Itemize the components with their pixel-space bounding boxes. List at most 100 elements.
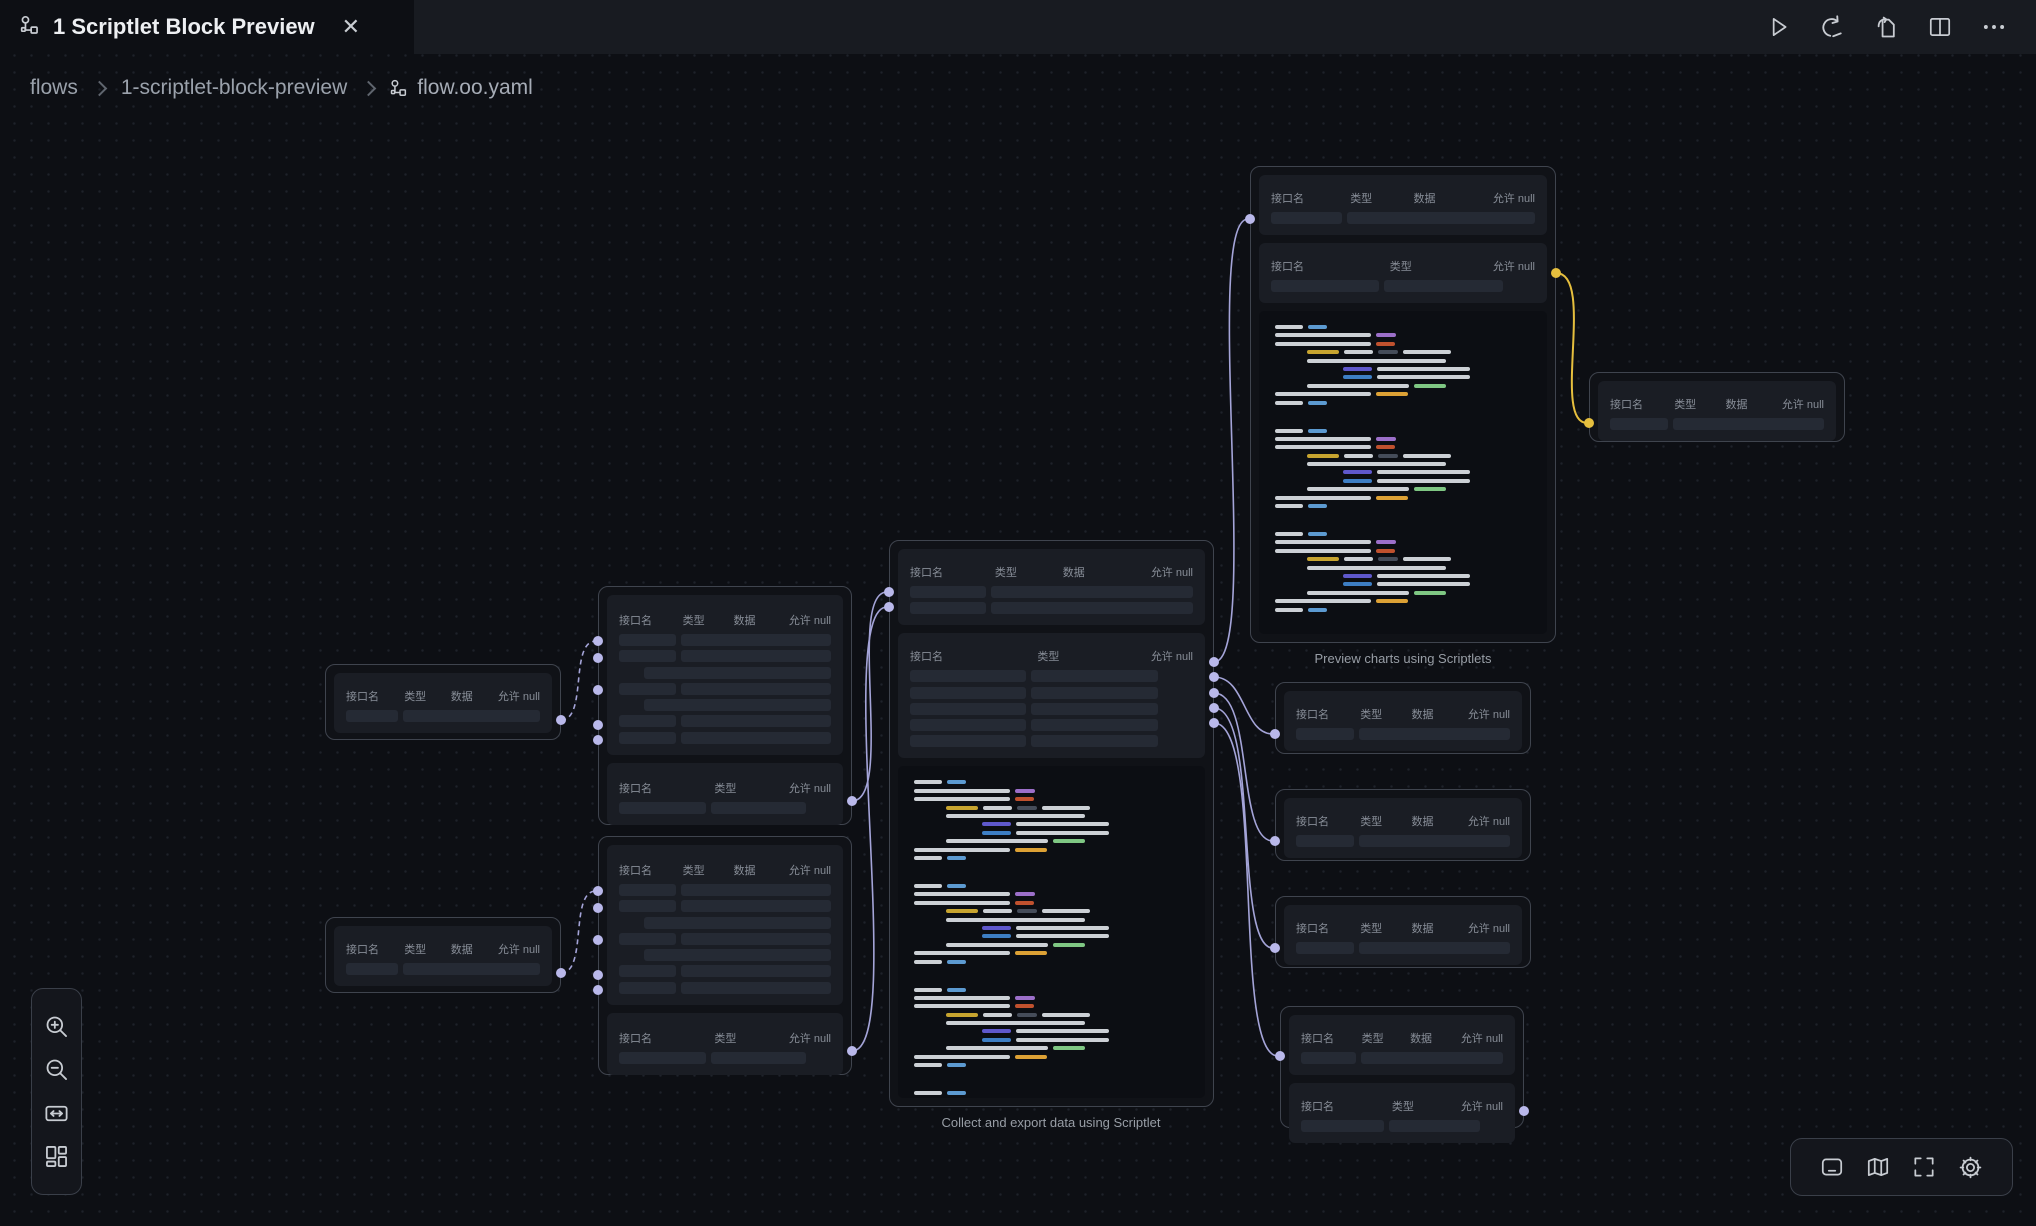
run-button[interactable] <box>1764 13 1792 41</box>
col-port-name: 接口名 <box>1296 813 1360 829</box>
col-data: 数据 <box>1412 813 1468 829</box>
col-data: 数据 <box>1726 396 1782 412</box>
node-input-b[interactable]: 接口名 类型 数据 允许 null <box>325 917 561 993</box>
port-output-2-in[interactable] <box>1270 836 1280 846</box>
port-merge-b-in-3[interactable] <box>593 935 603 945</box>
tab-scriptlet-block-preview[interactable]: 1 Scriptlet Block Preview ✕ <box>0 0 414 54</box>
node-preview-scriptlet[interactable]: 接口名 类型 数据 允许 null 接口名 类型 允许 null <box>1250 166 1556 643</box>
col-type: 类型 <box>683 862 734 878</box>
field-name <box>619 884 676 896</box>
field-name <box>619 900 676 912</box>
col-data: 数据 <box>1414 190 1493 206</box>
port-collect-out-4[interactable] <box>1209 703 1219 713</box>
col-allow-null: 允许 null <box>1782 396 1824 412</box>
col-type: 类型 <box>404 688 451 704</box>
col-port-name: 接口名 <box>1296 706 1360 722</box>
port-row <box>1271 280 1535 292</box>
port-row <box>1610 418 1824 430</box>
breadcrumb-file[interactable]: flow.oo.yaml <box>390 76 533 100</box>
col-data: 数据 <box>451 688 498 704</box>
port-merge-a-in-1[interactable] <box>593 636 603 646</box>
port-output-4-in[interactable] <box>1275 1051 1285 1061</box>
inputs-section: 接口名 类型 数据 允许 null <box>334 673 552 733</box>
col-port-name: 接口名 <box>1296 920 1360 936</box>
node-output-3[interactable]: 接口名 类型 数据 允许 null <box>1275 896 1531 968</box>
port-merge-b-in-5[interactable] <box>593 985 603 995</box>
port-collect-in-2[interactable] <box>884 602 894 612</box>
field-value <box>681 650 831 662</box>
port-preview-out[interactable] <box>1551 268 1561 278</box>
port-collect-out-2[interactable] <box>1209 672 1219 682</box>
port-row <box>1296 942 1510 954</box>
port-output-3-in[interactable] <box>1270 943 1280 953</box>
node-input-a[interactable]: 接口名 类型 数据 允许 null <box>325 664 561 740</box>
port-far-right-in[interactable] <box>1584 418 1594 428</box>
port-merge-a-in-4[interactable] <box>593 720 603 730</box>
node-collect-scriptlet[interactable]: 接口名 类型 数据 允许 null 接口名 类型 允许 null <box>889 540 1214 1107</box>
field-name <box>910 670 1026 682</box>
zoom-out-button[interactable] <box>43 1056 70 1083</box>
split-editor-button[interactable] <box>1926 13 1954 41</box>
node-caption-collect: Collect and export data using Scriptlet <box>942 1115 1161 1130</box>
scriptlet-code-preview[interactable] <box>898 766 1205 1098</box>
node-far-right[interactable]: 接口名 类型 数据 允许 null <box>1589 372 1845 442</box>
port-merge-b-in-4[interactable] <box>593 970 603 980</box>
toggle-bottom-panel-button[interactable] <box>1819 1154 1845 1180</box>
zoom-in-button[interactable] <box>43 1013 70 1040</box>
col-data: 数据 <box>1412 920 1468 936</box>
more-options-button[interactable] <box>1980 13 2008 41</box>
port-merge-b-in-2[interactable] <box>593 903 603 913</box>
port-input-a-out[interactable] <box>556 715 566 725</box>
breadcrumb-flows[interactable]: flows <box>30 76 78 100</box>
port-row <box>619 884 831 896</box>
toolbar-actions <box>1764 13 2036 41</box>
port-merge-b-out[interactable] <box>847 1046 857 1056</box>
port-merge-b-in-1[interactable] <box>593 886 603 896</box>
port-collect-out-1[interactable] <box>1209 657 1219 667</box>
node-output-4[interactable]: 接口名 类型 数据 允许 null 接口名 类型 允许 null <box>1280 1006 1524 1128</box>
field-value <box>681 933 831 945</box>
col-type: 类型 <box>1360 920 1411 936</box>
port-collect-in-1[interactable] <box>884 587 894 597</box>
col-allow-null: 允许 null <box>789 862 831 878</box>
port-merge-a-in-2[interactable] <box>593 653 603 663</box>
port-collect-out-5[interactable] <box>1209 718 1219 728</box>
port-input-b-out[interactable] <box>556 968 566 978</box>
col-port-name: 接口名 <box>346 941 404 957</box>
settings-gear-button[interactable] <box>1957 1154 1984 1181</box>
col-allow-null: 允许 null <box>1468 706 1510 722</box>
export-file-button[interactable] <box>1872 13 1900 41</box>
breadcrumb-flow-name[interactable]: 1-scriptlet-block-preview <box>121 76 347 100</box>
node-output-2[interactable]: 接口名 类型 数据 允许 null <box>1275 789 1531 861</box>
flow-icon <box>20 15 40 40</box>
node-merge-b[interactable]: 接口名 类型 数据 允许 null 接口名 类型 允许 null <box>598 836 852 1075</box>
fit-view-button[interactable] <box>43 1100 70 1127</box>
col-data: 数据 <box>1410 1030 1461 1046</box>
rerun-button[interactable] <box>1818 13 1846 41</box>
col-port-name: 接口名 <box>1271 258 1390 274</box>
fullscreen-button[interactable] <box>1911 1154 1937 1180</box>
port-output-4-out[interactable] <box>1519 1106 1529 1116</box>
col-data: 数据 <box>1412 706 1468 722</box>
node-output-1[interactable]: 接口名 类型 数据 允许 null <box>1275 682 1531 754</box>
port-output-1-in[interactable] <box>1270 729 1280 739</box>
port-merge-a-in-3[interactable] <box>593 685 603 695</box>
port-row <box>619 802 831 814</box>
field-value <box>681 884 831 896</box>
auto-layout-button[interactable] <box>43 1143 70 1170</box>
minimap-button[interactable] <box>1865 1154 1891 1180</box>
port-preview-in[interactable] <box>1245 214 1255 224</box>
node-merge-a[interactable]: 接口名 类型 数据 允许 null 接口名 类型 允许 null <box>598 586 852 825</box>
port-merge-a-out[interactable] <box>847 796 857 806</box>
tab-close-icon[interactable]: ✕ <box>342 16 360 38</box>
col-port-name: 接口名 <box>1301 1098 1392 1114</box>
flow-file-icon <box>390 79 408 97</box>
scriptlet-code-preview[interactable] <box>1259 311 1547 634</box>
col-port-name: 接口名 <box>619 612 683 628</box>
port-merge-a-in-5[interactable] <box>593 735 603 745</box>
col-type: 类型 <box>1360 706 1411 722</box>
port-collect-out-3[interactable] <box>1209 688 1219 698</box>
field-value <box>1359 835 1510 847</box>
inputs-section: 接口名 类型 数据 允许 null <box>1598 381 1836 441</box>
col-port-name: 接口名 <box>619 862 683 878</box>
